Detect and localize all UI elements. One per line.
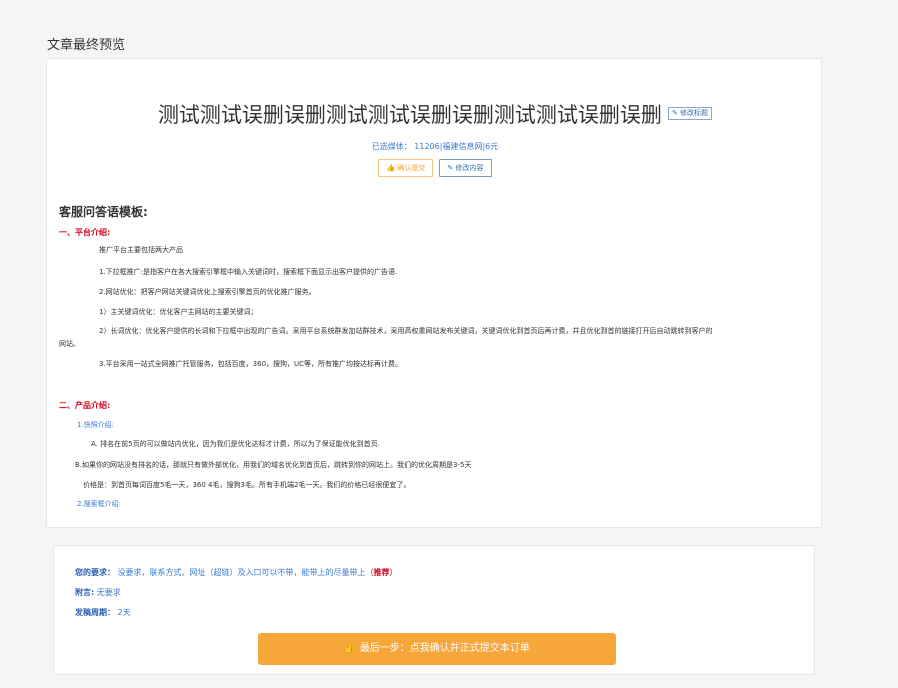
edit-title-label: 修改标题 xyxy=(680,108,709,117)
article-preview-card: 测试测试误删误删测试测试误删误删测试测试误删误删 ✎ 修改标题 已选媒体： 112… xyxy=(46,58,822,528)
confirm-submit-button[interactable]: 👍 确认提交 xyxy=(378,159,434,177)
selected-media-value: 11206|福建信息网|6元 xyxy=(414,142,499,151)
platform-line: 网站。 xyxy=(59,340,80,348)
order-requirements-card: 您的要求： 没要求，联系方式、网址（超链）及入口可以不带，能带上的尽量带上（推荐… xyxy=(53,545,815,675)
requirement-label: 您的要求： xyxy=(75,568,115,577)
product-line: A. 排名在前5页的可以做站内优化，因为我们是优化达标才计费，所以为了保证能优化… xyxy=(91,440,380,448)
thumbs-up-icon: 👍 xyxy=(386,164,396,172)
recommend-open: （ xyxy=(365,568,374,577)
note-value: 无要求 xyxy=(96,588,121,597)
requirement-value: 没要求，联系方式、网址（超链）及入口可以不带，能带上的尽量带上 xyxy=(117,568,366,577)
page-section-title: 文章最终预览 xyxy=(47,38,126,53)
edit-content-button[interactable]: ✎ 修改内容 xyxy=(439,159,492,177)
article-title: 测试测试误删误删测试测试误删误删测试测试误删误删 xyxy=(157,103,662,127)
note-line: 附言: 无要求 xyxy=(75,587,121,598)
platform-line: 推广平台主要包括两大产品 xyxy=(99,246,183,254)
product-line: B.如果你的网站没有排名的话，那就只有做外部优化，用我们的域名优化到首页后，跳转… xyxy=(75,461,472,469)
cycle-value: 2天 xyxy=(117,608,131,617)
template-heading: 客服问答语模板: xyxy=(59,205,148,219)
final-submit-button[interactable]: 👍 最后一步：点我确认并正式提交本订单 xyxy=(258,633,616,665)
recommend-tag: 推荐 xyxy=(373,568,390,577)
article-title-row: 测试测试误删误删测试测试误删误删测试测试误删误删 ✎ 修改标题 xyxy=(47,99,823,129)
product-sub-snapshot: 1.快照介绍: xyxy=(77,421,115,429)
section-platform-title: 一、平台介绍: xyxy=(59,228,111,237)
note-label: 附言: xyxy=(75,588,95,597)
cycle-label: 发稿周期： xyxy=(75,608,115,617)
recommend-close: ） xyxy=(389,568,398,577)
edit-title-button[interactable]: ✎ 修改标题 xyxy=(667,106,713,120)
edit-icon: ✎ xyxy=(671,108,678,117)
edit-icon: ✎ xyxy=(447,164,454,172)
section-product-title: 二、产品介绍: xyxy=(59,401,111,410)
requirement-line: 您的要求： 没要求，联系方式、网址（超链）及入口可以不带，能带上的尽量带上（推荐… xyxy=(75,567,398,578)
platform-line: 2.网站优化：把客户网站关键词优化上搜索引擎首页的优化推广服务。 xyxy=(99,288,316,296)
cycle-line: 发稿周期： 2天 xyxy=(75,607,131,618)
platform-line: 1.下拉框推广:是指客户在各大搜索引擎框中输入关键词时，搜索框下面显示出客户提供… xyxy=(99,268,398,276)
thumbs-up-icon: 👍 xyxy=(344,643,357,654)
selected-media-label: 已选媒体： xyxy=(371,142,412,151)
selected-media: 已选媒体： 11206|福建信息网|6元 xyxy=(47,141,823,152)
edit-content-label: 修改内容 xyxy=(455,164,484,172)
platform-line: 3.平台采用一站式全网推广托管服务，包括百度，360，搜狗，UC等，所有推广均按… xyxy=(99,360,403,368)
product-line: 价格是：到首页每词百度5毛一天，360 4毛，搜狗3毛。所有手机端2毛一天。我们… xyxy=(83,481,411,489)
platform-line: 1）主关键词优化：优化客户主网站的主要关键词； xyxy=(99,308,258,316)
product-sub-searchbox: 2.搜索框介绍: xyxy=(77,500,122,508)
platform-line: 2）长词优化：优化客户提供的长词和下拉框中出现的广告词。采用平台系统群发加站群技… xyxy=(99,327,713,335)
article-action-row: 👍 确认提交 ✎ 修改内容 xyxy=(47,159,823,177)
final-submit-label: 最后一步：点我确认并正式提交本订单 xyxy=(359,643,530,654)
confirm-submit-label: 确认提交 xyxy=(397,164,426,172)
